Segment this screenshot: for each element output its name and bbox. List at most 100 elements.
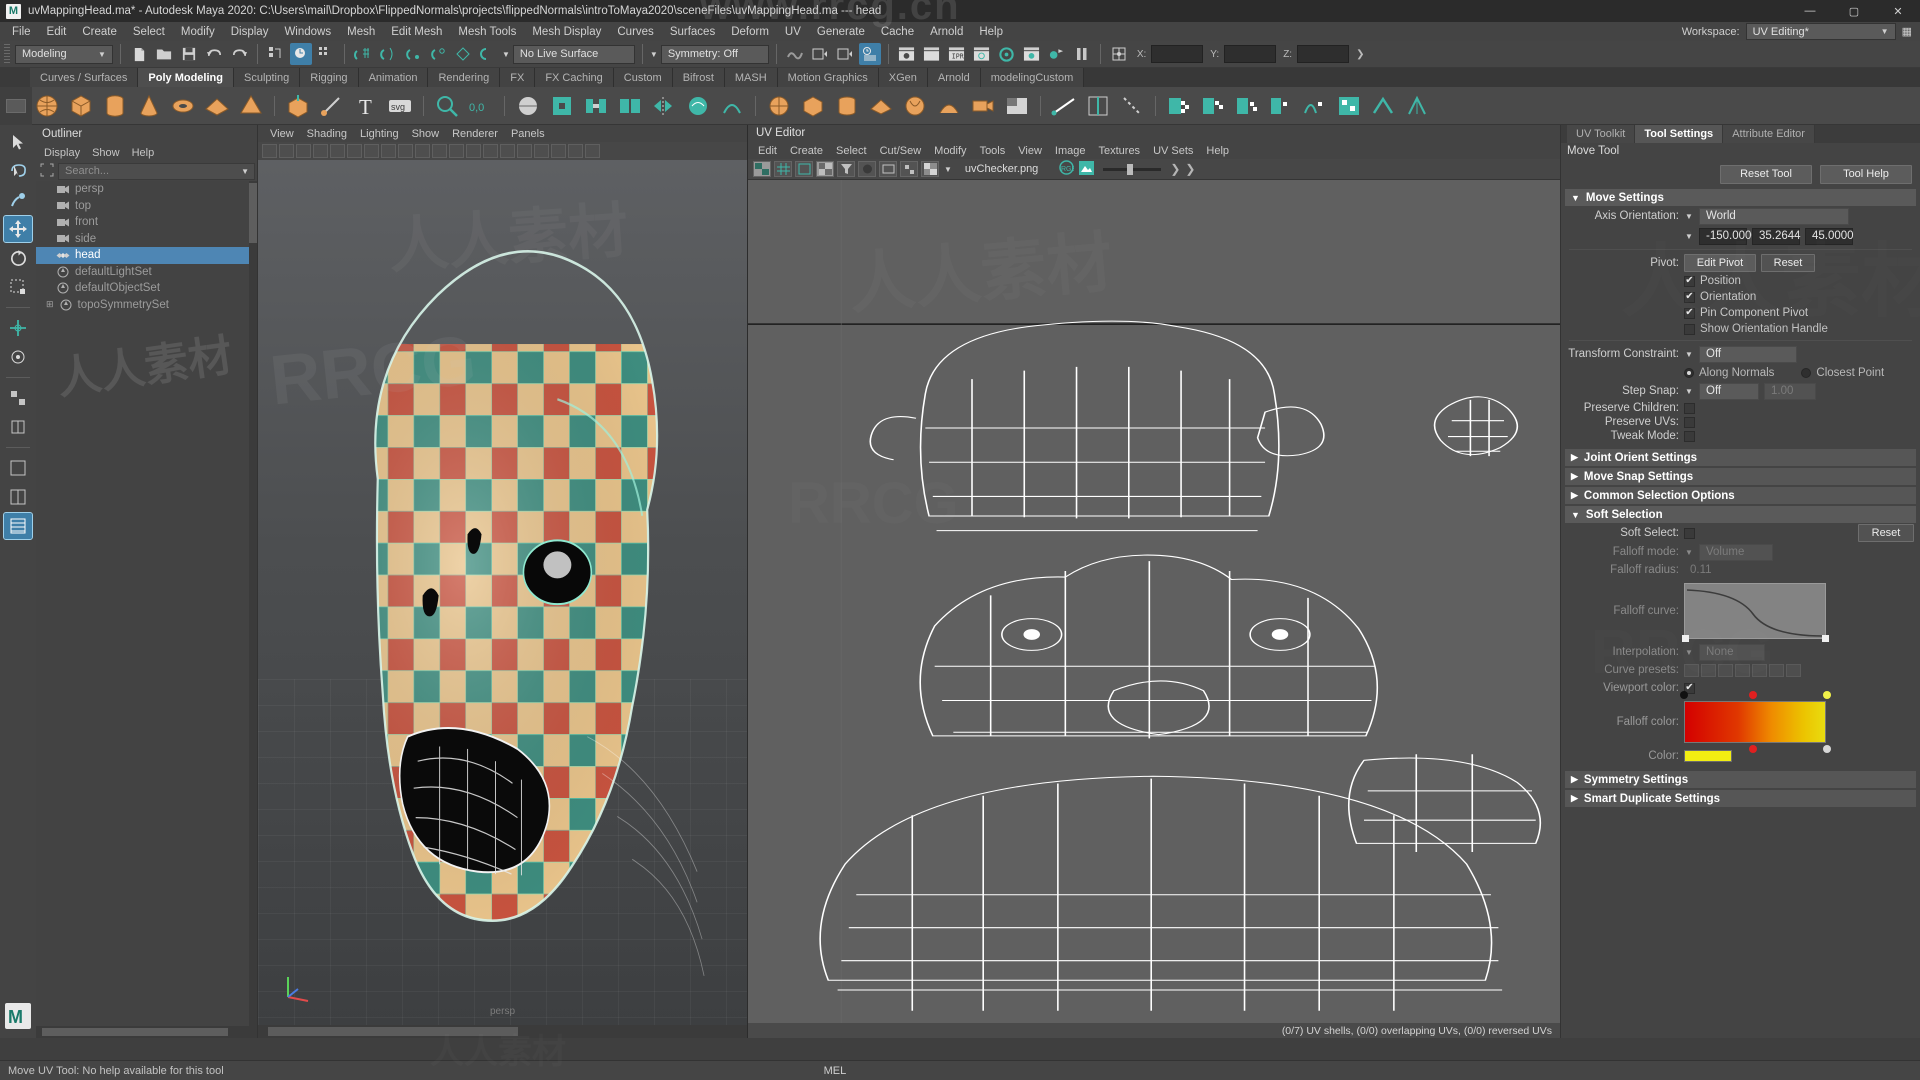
viewport-menu-shading[interactable]: Shading	[307, 128, 347, 140]
reduce-icon[interactable]	[717, 91, 747, 121]
shelf-tab-curves-surfaces[interactable]: Curves / Surfaces	[30, 68, 139, 87]
menu-generate[interactable]: Generate	[809, 24, 873, 40]
menu-display[interactable]: Display	[223, 24, 277, 40]
shelf-tab-fx-caching[interactable]: FX Caching	[535, 68, 614, 87]
transform-fields-toggle-icon[interactable]	[1108, 43, 1130, 65]
cube-uv-icon[interactable]	[798, 91, 828, 121]
save-scene-icon[interactable]	[178, 43, 200, 65]
curve-handle-left[interactable]	[1682, 635, 1689, 642]
uv-menu-uv-sets[interactable]: UV Sets	[1153, 145, 1193, 157]
uv-prev-icon[interactable]: ❯	[1170, 162, 1180, 176]
shelf-tab-arnold[interactable]: Arnold	[927, 68, 981, 87]
falloff-color-ramp[interactable]	[1680, 691, 1831, 753]
shelf-tab-bifrost[interactable]: Bifrost	[672, 68, 725, 87]
shelf-tab-mash[interactable]: MASH	[724, 68, 778, 87]
ramp-marker-red[interactable]	[1749, 691, 1757, 699]
two-d-pan-zoom-icon[interactable]	[347, 144, 362, 158]
uv-image-ratio-icon[interactable]	[879, 161, 897, 177]
chevron-down-icon[interactable]: ▼	[1684, 212, 1694, 221]
close-button[interactable]: ✕	[1876, 0, 1920, 22]
poly-plane-icon[interactable]	[202, 91, 232, 121]
outliner-tree[interactable]: persp top front side head defaultLightSe…	[36, 181, 257, 1026]
outliner-menu-display[interactable]: Display	[44, 147, 80, 159]
select-tool-icon[interactable]	[4, 129, 32, 155]
uv-planar-checker-icon[interactable]	[1164, 91, 1194, 121]
pause-icon[interactable]	[1071, 43, 1093, 65]
shelf-tab-motion-graphics[interactable]: Motion Graphics	[777, 68, 879, 87]
frame-move-settings[interactable]: ▼ Move Settings	[1565, 189, 1916, 206]
tool-settings-body[interactable]: ▼ Move Settings Axis Orientation: ▼ Worl…	[1561, 187, 1920, 1038]
workspace-grid-icon[interactable]: ▦	[1902, 25, 1912, 38]
z-input[interactable]	[1297, 45, 1350, 63]
chevron-down-icon[interactable]: ▼	[1684, 387, 1694, 396]
smooth-icon[interactable]	[683, 91, 713, 121]
preserve-uvs-checkbox[interactable]	[1684, 416, 1695, 428]
viewport-menu-lighting[interactable]: Lighting	[360, 128, 399, 140]
minimize-button[interactable]: —	[1788, 0, 1832, 22]
outliner-item-side[interactable]: side	[36, 231, 257, 248]
menu-select[interactable]: Select	[125, 24, 173, 40]
construction-history-on-icon[interactable]	[809, 43, 831, 65]
maximize-button[interactable]: ▢	[1832, 0, 1876, 22]
shelf-tab-xgen[interactable]: XGen	[878, 68, 928, 87]
frame-symmetry-settings[interactable]: ▶ Symmetry Settings	[1565, 771, 1916, 788]
ramp-pos-marker-red[interactable]	[1749, 745, 1757, 753]
menu-deform[interactable]: Deform	[723, 24, 777, 40]
outliner-item-top[interactable]: top	[36, 198, 257, 215]
symmetry-chevron-icon[interactable]: ▼	[650, 50, 658, 59]
svg-tool-icon[interactable]: svg	[385, 91, 415, 121]
menu-surfaces[interactable]: Surfaces	[662, 24, 723, 40]
sculpt-sphere-icon[interactable]	[513, 91, 543, 121]
uv-seam-icon[interactable]	[1049, 91, 1079, 121]
expand-plus-icon[interactable]: ⊞	[46, 299, 54, 310]
preserve-children-checkbox[interactable]	[1684, 402, 1695, 414]
tab-tool-settings[interactable]: Tool Settings	[1635, 125, 1724, 143]
new-scene-icon[interactable]	[128, 43, 150, 65]
menu-mesh-display[interactable]: Mesh Display	[524, 24, 609, 40]
outliner-item-persp[interactable]: persp	[36, 181, 257, 198]
outliner-scrollbar[interactable]	[249, 181, 257, 1026]
render-settings-window-icon[interactable]	[971, 43, 993, 65]
pin-component-pivot-checkbox[interactable]	[1684, 307, 1695, 319]
menu-modify[interactable]: Modify	[173, 24, 223, 40]
falloff-mode-value[interactable]: Volume	[1699, 543, 1773, 561]
lock-camera-icon[interactable]	[279, 144, 294, 158]
menu-mesh-tools[interactable]: Mesh Tools	[450, 24, 524, 40]
poly-cone-icon[interactable]	[134, 91, 164, 121]
workspace-selector[interactable]: UV Editing* ▼	[1745, 23, 1896, 40]
curve-preset-buttons[interactable]	[1684, 663, 1801, 677]
uv-menu-image[interactable]: Image	[1055, 145, 1086, 157]
soft-select-reset-button[interactable]: Reset	[1858, 524, 1914, 542]
select-by-component-type-icon[interactable]	[315, 43, 337, 65]
paint-select-tool-icon[interactable]	[4, 187, 32, 213]
menu-uv[interactable]: UV	[777, 24, 809, 40]
xray-icon[interactable]	[432, 144, 447, 158]
axis-rx-field[interactable]: -150.0000	[1699, 227, 1758, 245]
interpolation-value[interactable]: None	[1699, 643, 1765, 661]
search-input[interactable]: Search... ▼	[58, 162, 255, 180]
uv-display-texture-borders-icon[interactable]	[795, 161, 813, 177]
select-camera-icon[interactable]	[262, 144, 277, 158]
shelf-tab-modeling-custom[interactable]: modelingCustom	[980, 68, 1085, 87]
motion-blur-icon[interactable]	[568, 144, 583, 158]
text-tool-icon[interactable]: T	[351, 91, 381, 121]
ao-icon[interactable]	[551, 144, 566, 158]
open-scene-icon[interactable]	[153, 43, 175, 65]
uv-menu-edit[interactable]: Edit	[758, 145, 777, 157]
expand-fields-icon[interactable]: ❯	[1356, 49, 1364, 60]
step-snap-amount[interactable]: 1.00	[1764, 382, 1816, 400]
chevron-down-icon[interactable]: ▼	[944, 165, 952, 174]
menu-arnold[interactable]: Arnold	[922, 24, 971, 40]
uv-menu-help[interactable]: Help	[1206, 145, 1229, 157]
rgb-channel-icon[interactable]: RGB	[1059, 160, 1077, 178]
outliner-item-head[interactable]: head	[36, 247, 257, 264]
last-tool-icon[interactable]	[4, 414, 32, 440]
uv-next-icon[interactable]: ❯	[1185, 162, 1195, 176]
multi-cut-icon[interactable]	[317, 91, 347, 121]
select-by-object-type-icon[interactable]	[290, 43, 312, 65]
undo-icon[interactable]	[203, 43, 225, 65]
poly-cylinder-icon[interactable]	[100, 91, 130, 121]
sphere-uv-icon[interactable]	[764, 91, 794, 121]
wireframe-shaded-icon[interactable]	[466, 144, 481, 158]
uv-display-image-icon[interactable]	[816, 161, 834, 177]
